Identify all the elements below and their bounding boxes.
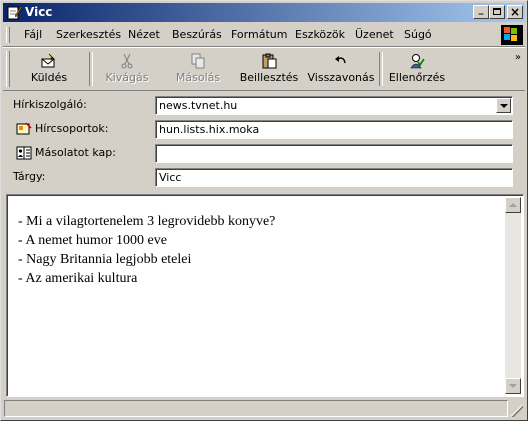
send-label: Küldés (30, 71, 68, 84)
toolbar-separator (89, 52, 93, 86)
subject-label: Tárgy: (13, 170, 46, 183)
cc-label: Másolatot kap: (35, 146, 116, 159)
maximize-button[interactable] (489, 5, 505, 19)
menu-format[interactable]: Formátum (231, 28, 287, 42)
menu-message[interactable]: Üzenet (355, 28, 394, 42)
windows-logo-icon (501, 25, 523, 45)
server-value: news.tvnet.hu (159, 99, 238, 112)
spellcheck-icon (410, 54, 425, 69)
toolbar-overflow-chevron[interactable]: » (515, 52, 521, 63)
menu-grip (6, 27, 10, 43)
status-bar (4, 400, 524, 418)
message-line: - Az amerikai kultura (18, 271, 138, 286)
resize-grip-icon[interactable] (511, 405, 523, 417)
cut-button[interactable]: Kivágás (99, 50, 155, 88)
scroll-up-button[interactable] (505, 197, 521, 213)
undo-button[interactable]: Visszavonás (305, 50, 377, 88)
menu-help[interactable]: Súgó (404, 28, 432, 42)
message-body[interactable]: - Mi a vilagtortenelem 3 legrovidebb kon… (6, 194, 524, 397)
address-book-icon[interactable] (16, 146, 32, 160)
message-line: - A nemet humor 1000 eve (18, 233, 167, 248)
paste-button[interactable]: Beillesztés (237, 50, 301, 88)
undo-label: Visszavonás (307, 71, 375, 84)
server-label: Hírkiszolgáló: (13, 98, 87, 111)
send-envelope-icon (41, 53, 55, 68)
server-select[interactable]: news.tvnet.hu (155, 96, 513, 115)
newsgroups-value: hun.lists.hix.moka (159, 123, 260, 136)
windows-flag-icon (504, 27, 517, 41)
copy-label: Másolás (175, 71, 221, 84)
minimize-icon: _ (478, 4, 484, 15)
paste-label: Beillesztés (239, 71, 299, 84)
newsgroups-label: Hírcsoportok: (35, 122, 109, 135)
scroll-down-button[interactable] (505, 378, 521, 394)
window-title: Vicc (25, 5, 53, 19)
subject-value: Vicc (159, 171, 182, 184)
newsgroups-field[interactable]: hun.lists.hix.moka (155, 120, 513, 139)
menu-edit[interactable]: Szerkesztés (56, 28, 121, 42)
newsgroup-card-icon[interactable] (16, 122, 32, 136)
toolbar-separator (379, 52, 383, 86)
compose-window: Vicc _ × Fájl Szerkesztés Nézet Beszúrás… (0, 0, 528, 421)
cc-field[interactable] (155, 144, 513, 163)
scissors-icon (121, 53, 133, 69)
menu-tools[interactable]: Eszközök (295, 28, 345, 42)
cut-label: Kivágás (105, 71, 149, 84)
subject-field[interactable]: Vicc (155, 168, 513, 187)
message-text[interactable]: - Mi a vilagtortenelem 3 legrovidebb kon… (18, 212, 275, 288)
clipboard-icon (262, 53, 277, 69)
close-icon: × (509, 5, 521, 19)
menu-file[interactable]: Fájl (24, 28, 42, 42)
title-bar[interactable]: Vicc _ × (3, 3, 525, 22)
message-line: - Nagy Britannia legjobb etelei (18, 252, 192, 267)
copy-button[interactable]: Másolás (169, 50, 227, 88)
undo-arrow-icon (335, 56, 346, 64)
status-pane (4, 400, 508, 417)
copy-icon (191, 53, 205, 69)
check-label: Ellenőrzés (388, 71, 446, 84)
vertical-scrollbar[interactable] (505, 197, 521, 394)
dropdown-arrow-icon[interactable] (496, 98, 511, 113)
check-button[interactable]: Ellenőrzés (387, 50, 447, 88)
send-button[interactable]: Küldés (15, 50, 83, 88)
maximize-icon (493, 8, 501, 15)
toolbar-grip (6, 51, 10, 87)
compose-note-icon (7, 5, 22, 20)
close-button[interactable]: × (507, 5, 523, 19)
minimize-button[interactable]: _ (473, 4, 489, 19)
menu-view[interactable]: Nézet (128, 28, 160, 42)
toolbar: Küldés Kivágás Másolás Beillesztés Vissz… (3, 47, 525, 91)
menu-insert[interactable]: Beszúrás (172, 28, 222, 42)
message-line: - Mi a vilagtortenelem 3 legrovidebb kon… (18, 214, 276, 229)
menu-bar: Fájl Szerkesztés Nézet Beszúrás Formátum… (3, 24, 525, 47)
